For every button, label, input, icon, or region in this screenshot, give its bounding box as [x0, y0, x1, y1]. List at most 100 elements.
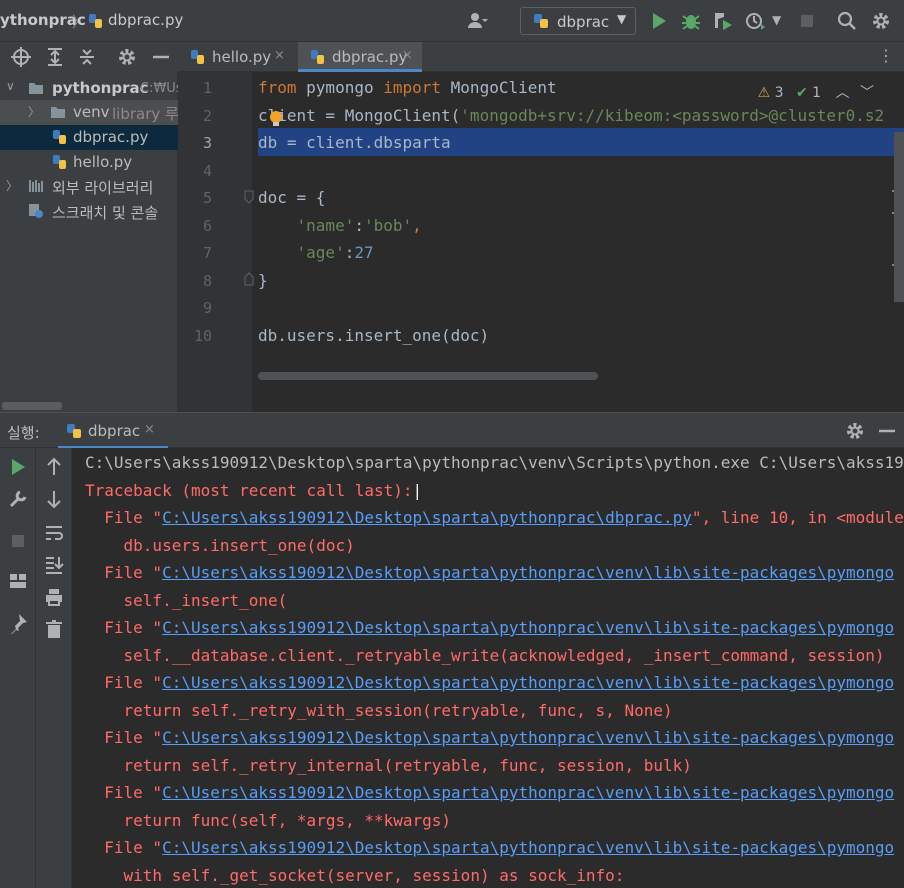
tree-item-venv[interactable]: 〉 venv library 루: [0, 100, 178, 125]
file-link[interactable]: C:\Users\akss190912\Desktop\sparta\pytho…: [162, 618, 894, 637]
python-icon: [534, 14, 548, 28]
tree-item-label: pythonprac: [52, 79, 149, 97]
profile-icon[interactable]: [744, 10, 766, 32]
close-icon[interactable]: ×: [274, 48, 285, 63]
project-toolbar: [0, 42, 178, 72]
tree-item-external-libraries[interactable]: 〉 외부 라이브러리: [0, 174, 178, 199]
tree-item-label: hello.py: [73, 153, 133, 171]
scratch-icon: [29, 204, 43, 218]
file-link[interactable]: C:\Users\akss190912\Desktop\sparta\pytho…: [162, 838, 894, 857]
run-panel-label: 실행:: [7, 424, 40, 442]
chevron-up-icon[interactable]: ︿: [836, 85, 850, 101]
arrow-up-icon[interactable]: [43, 456, 65, 478]
hide-icon[interactable]: [150, 46, 172, 68]
warning-count: 3: [774, 85, 784, 101]
string-literal: 'mongodb+srv://kibeom:<password>@cluster…: [460, 106, 885, 125]
traceback-header: Traceback (most recent call last):|: [85, 481, 423, 500]
rerun-icon[interactable]: [7, 456, 29, 478]
line-number: 4: [202, 162, 212, 180]
chevron-down-icon: ▼: [617, 12, 627, 26]
lightbulb-icon[interactable]: [268, 110, 284, 128]
console-output[interactable]: C:\Users\akss190912\Desktop\sparta\pytho…: [72, 448, 904, 888]
chevron-down-icon[interactable]: ▼: [772, 13, 781, 27]
stop-icon[interactable]: [796, 10, 818, 32]
tab-hello-py[interactable]: hello.py ×: [178, 42, 294, 72]
keyword: import: [383, 78, 442, 97]
library-icon: [29, 180, 43, 192]
gear-icon[interactable]: [116, 46, 138, 68]
horizontal-scrollbar[interactable]: [258, 372, 598, 380]
locate-icon[interactable]: [10, 46, 32, 68]
line-number: 5: [202, 189, 212, 207]
file-link[interactable]: C:\Users\akss190912\Desktop\sparta\pytho…: [162, 728, 894, 747]
tree-item-scratches[interactable]: 스크래치 및 콘솔: [0, 199, 178, 224]
chevron-right-icon[interactable]: 〉: [6, 177, 18, 194]
python-file-icon: [53, 155, 66, 169]
soft-wrap-icon[interactable]: [43, 522, 65, 544]
traceback-code: return func(self, *args, **kwargs): [85, 811, 452, 830]
inspection-status[interactable]: ⚠ 3 ✔ 1 ︿ ﹀: [758, 82, 874, 102]
run-tab-dbprac[interactable]: dbprac ×: [58, 413, 168, 449]
tab-dbprac-py[interactable]: dbprac.py ×: [298, 42, 422, 72]
traceback-code: db.users.insert_one(doc): [85, 536, 355, 555]
horizontal-scrollbar[interactable]: [2, 402, 62, 410]
line-number: 3: [202, 134, 212, 152]
tree-item-pythonprac[interactable]: ∨ pythonprac C:₩Us: [0, 76, 178, 101]
collapse-all-icon[interactable]: [76, 46, 98, 68]
tab-label: hello.py: [212, 48, 272, 66]
close-icon[interactable]: ×: [144, 422, 155, 437]
chevron-down-icon[interactable]: ﹀: [860, 85, 874, 101]
code-token: pymongo: [296, 78, 384, 97]
editor-tabs: hello.py × dbprac.py × ⋮: [178, 42, 904, 72]
breadcrumb-file[interactable]: dbprac.py: [108, 11, 183, 29]
file-link[interactable]: C:\Users\akss190912\Desktop\sparta\pytho…: [162, 563, 894, 582]
traceback-frame: File "C:\Users\akss190912\Desktop\sparta…: [85, 508, 904, 527]
hide-icon[interactable]: [876, 420, 898, 442]
coverage-icon[interactable]: [712, 10, 734, 32]
scroll-to-end-icon[interactable]: [43, 554, 65, 576]
python-file-icon: [53, 130, 66, 144]
print-icon[interactable]: [43, 586, 65, 608]
tree-item-dbprac[interactable]: dbprac.py: [0, 125, 178, 150]
wrench-icon[interactable]: [7, 488, 29, 510]
file-link[interactable]: C:\Users\akss190912\Desktop\sparta\pytho…: [162, 508, 692, 527]
gear-icon[interactable]: [844, 420, 866, 442]
debug-icon[interactable]: [680, 10, 702, 32]
chevron-right-icon[interactable]: 〉: [28, 103, 40, 120]
tree-item-path: C:₩Us: [140, 81, 178, 96]
fold-icon[interactable]: [244, 190, 254, 204]
file-link[interactable]: C:\Users\akss190912\Desktop\sparta\pytho…: [162, 783, 894, 802]
gear-icon[interactable]: [870, 10, 892, 32]
pin-icon[interactable]: [7, 612, 29, 634]
tab-label: dbprac.py: [332, 48, 408, 66]
close-icon[interactable]: ×: [402, 48, 413, 63]
stop-icon[interactable]: [7, 530, 29, 552]
line-number: 2: [202, 107, 212, 125]
run-configuration-selector[interactable]: dbprac ▼: [520, 7, 636, 35]
fold-icon[interactable]: [244, 272, 254, 286]
code-line-7: 'age':27: [258, 243, 374, 262]
more-options-icon[interactable]: ⋮: [878, 46, 894, 65]
arrow-down-icon[interactable]: [43, 488, 65, 510]
run-icon[interactable]: [648, 10, 670, 32]
vertical-scrollbar[interactable]: [894, 132, 904, 302]
tree-item-label: dbprac.py: [73, 128, 149, 146]
check-icon: ✔: [795, 85, 808, 101]
trash-icon[interactable]: [43, 618, 65, 640]
traceback-code: return self._retry_with_session(retryabl…: [85, 701, 673, 720]
search-icon[interactable]: [836, 10, 858, 32]
expand-all-icon[interactable]: [44, 46, 66, 68]
run-panel-header: 실행: dbprac ×: [0, 412, 904, 449]
traceback-frame: File "C:\Users\akss190912\Desktop\sparta…: [85, 673, 895, 692]
chevron-down-icon[interactable]: ∨: [6, 79, 15, 93]
traceback-frame: File "C:\Users\akss190912\Desktop\sparta…: [85, 783, 895, 802]
file-link[interactable]: C:\Users\akss190912\Desktop\sparta\pytho…: [162, 673, 894, 692]
traceback-frame: File "C:\Users\akss190912\Desktop\sparta…: [85, 728, 895, 747]
code-line-3: db = client.dbsparta: [258, 133, 451, 152]
code-line-5: doc = {: [258, 188, 326, 207]
code-editor[interactable]: 1 2 3 4 5 6 7 8 9 10 from pymongo import…: [178, 72, 904, 412]
user-dropdown-icon[interactable]: [466, 10, 488, 32]
layout-icon[interactable]: [7, 570, 29, 592]
tree-item-hello[interactable]: hello.py: [0, 150, 178, 175]
line-number: 6: [202, 217, 212, 235]
